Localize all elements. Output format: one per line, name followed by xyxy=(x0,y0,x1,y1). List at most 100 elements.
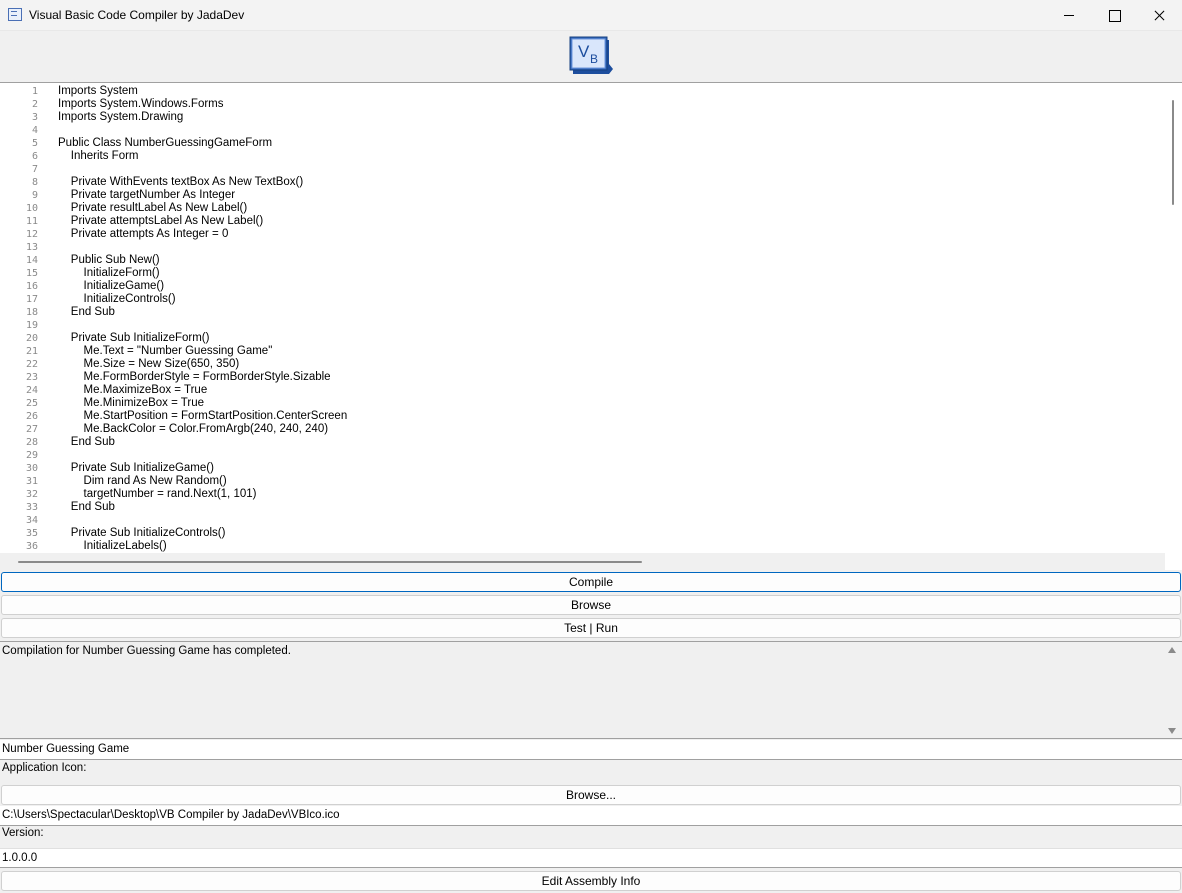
code-line[interactable]: InitializeLabels() xyxy=(58,540,1163,553)
code-line[interactable] xyxy=(58,514,1163,527)
line-number: 14 xyxy=(25,255,38,266)
editor-vertical-scrollbar[interactable] xyxy=(1165,83,1181,553)
code-line[interactable] xyxy=(58,449,1163,462)
code-line[interactable]: Imports System xyxy=(58,85,1163,98)
line-number: 4 xyxy=(31,125,38,136)
code-line[interactable] xyxy=(58,163,1163,176)
code-line[interactable]: Private attempts As Integer = 0 xyxy=(58,228,1163,241)
line-number: 29 xyxy=(25,450,38,461)
code-line[interactable]: targetNumber = rand.Next(1, 101) xyxy=(58,488,1163,501)
line-number: 28 xyxy=(25,437,38,448)
line-number: 35 xyxy=(25,528,38,539)
code-line[interactable]: Inherits Form xyxy=(58,150,1163,163)
code-line[interactable]: Imports System.Windows.Forms xyxy=(58,98,1163,111)
code-line[interactable] xyxy=(58,241,1163,254)
code-line[interactable]: End Sub xyxy=(58,501,1163,514)
code-line[interactable]: InitializeForm() xyxy=(58,267,1163,280)
code-line[interactable]: Dim rand As New Random() xyxy=(58,475,1163,488)
line-number: 18 xyxy=(25,307,38,318)
line-number: 13 xyxy=(25,242,38,253)
line-number: 16 xyxy=(25,281,38,292)
version-label: Version: xyxy=(2,827,44,839)
editor-horizontal-scrollbar[interactable] xyxy=(0,553,1165,571)
line-number-gutter: 1 2 3 4 5 6 7 8 9 10 11 12 13 14 15 16 17 18 19 20 21 22 23 24 2… xyxy=(0,83,56,553)
line-number: 12 xyxy=(25,229,38,240)
code-line[interactable]: Private resultLabel As New Label() xyxy=(58,202,1163,215)
test-run-button[interactable]: Test | Run xyxy=(1,618,1181,638)
line-number: 1 xyxy=(31,86,38,97)
close-button[interactable] xyxy=(1136,0,1182,31)
code-line[interactable]: End Sub xyxy=(58,436,1163,449)
icon-path-field[interactable]: C:\Users\Spectacular\Desktop\VB Compiler… xyxy=(0,806,1182,826)
code-line[interactable] xyxy=(58,124,1163,137)
scroll-up-arrow-icon[interactable] xyxy=(1168,647,1176,653)
code-editor[interactable]: 1 2 3 4 5 6 7 8 9 10 11 12 13 14 15 16 17 18 19 20 21 22 23 24 2… xyxy=(0,82,1182,571)
line-number: 36 xyxy=(25,541,38,552)
line-number: 26 xyxy=(25,411,38,422)
code-line[interactable]: Private attemptsLabel As New Label() xyxy=(58,215,1163,228)
logo-letter-b: B xyxy=(590,52,598,66)
line-number: 6 xyxy=(31,151,38,162)
scroll-down-arrow-icon[interactable] xyxy=(1168,728,1176,734)
line-number: 19 xyxy=(25,320,38,331)
line-number: 11 xyxy=(25,216,38,227)
app-window-icon xyxy=(8,8,22,21)
code-line[interactable]: Public Sub New() xyxy=(58,254,1163,267)
line-number: 17 xyxy=(25,294,38,305)
line-number: 15 xyxy=(25,268,38,279)
app-name-field[interactable]: Number Guessing Game xyxy=(0,740,1182,760)
line-number: 10 xyxy=(25,203,38,214)
code-line[interactable]: Private Sub InitializeGame() xyxy=(58,462,1163,475)
line-number: 33 xyxy=(25,502,38,513)
code-line[interactable]: Public Class NumberGuessingGameForm xyxy=(58,137,1163,150)
line-number: 7 xyxy=(31,164,38,175)
code-line[interactable]: Imports System.Drawing xyxy=(58,111,1163,124)
logo-letter-v: V xyxy=(578,42,590,61)
code-text-area[interactable]: Imports System Imports System.Windows.For… xyxy=(58,83,1163,553)
code-line[interactable]: Private Sub InitializeControls() xyxy=(58,527,1163,540)
line-number: 3 xyxy=(31,112,38,123)
code-line[interactable]: Me.BackColor = Color.FromArgb(240, 240, … xyxy=(58,423,1163,436)
icon-browse-button[interactable]: Browse... xyxy=(1,785,1181,805)
editor-vertical-scroll-thumb[interactable] xyxy=(1172,100,1174,205)
editor-horizontal-scroll-thumb[interactable] xyxy=(18,561,642,563)
code-line[interactable]: Me.MaximizeBox = True xyxy=(58,384,1163,397)
maximize-button[interactable] xyxy=(1091,0,1137,31)
minimize-button[interactable] xyxy=(1046,0,1092,31)
line-number: 22 xyxy=(25,359,38,370)
output-message: Compilation for Number Guessing Game has… xyxy=(2,645,291,657)
line-number: 8 xyxy=(31,177,38,188)
code-line[interactable]: Me.Text = "Number Guessing Game" xyxy=(58,345,1163,358)
code-line[interactable]: Me.StartPosition = FormStartPosition.Cen… xyxy=(58,410,1163,423)
output-log[interactable]: Compilation for Number Guessing Game has… xyxy=(0,641,1182,739)
line-number: 20 xyxy=(25,333,38,344)
line-number: 24 xyxy=(25,385,38,396)
code-line[interactable]: InitializeControls() xyxy=(58,293,1163,306)
code-line[interactable]: Private WithEvents textBox As New TextBo… xyxy=(58,176,1163,189)
line-number: 2 xyxy=(31,99,38,110)
code-line[interactable]: Private targetNumber As Integer xyxy=(58,189,1163,202)
line-number: 25 xyxy=(25,398,38,409)
compile-button[interactable]: Compile xyxy=(1,572,1181,592)
line-number: 30 xyxy=(25,463,38,474)
code-line[interactable]: Private Sub InitializeForm() xyxy=(58,332,1163,345)
window-title: Visual Basic Code Compiler by JadaDev xyxy=(29,8,245,22)
line-number: 21 xyxy=(25,346,38,357)
line-number: 31 xyxy=(25,476,38,487)
code-line[interactable]: Me.FormBorderStyle = FormBorderStyle.Siz… xyxy=(58,371,1163,384)
code-line[interactable]: Me.Size = New Size(650, 350) xyxy=(58,358,1163,371)
vb-logo-icon: V B xyxy=(569,36,613,74)
line-number: 9 xyxy=(31,190,38,201)
browse-button[interactable]: Browse xyxy=(1,595,1181,615)
title-bar: Visual Basic Code Compiler by JadaDev xyxy=(0,0,1182,31)
line-number: 5 xyxy=(31,138,38,149)
code-line[interactable] xyxy=(58,319,1163,332)
code-line[interactable]: End Sub xyxy=(58,306,1163,319)
line-number: 32 xyxy=(25,489,38,500)
line-number: 23 xyxy=(25,372,38,383)
version-field[interactable]: 1.0.0.0 xyxy=(0,848,1182,868)
code-line[interactable]: InitializeGame() xyxy=(58,280,1163,293)
code-line[interactable]: Me.MinimizeBox = True xyxy=(58,397,1163,410)
line-number: 34 xyxy=(25,515,38,526)
edit-assembly-info-button[interactable]: Edit Assembly Info xyxy=(1,871,1181,891)
